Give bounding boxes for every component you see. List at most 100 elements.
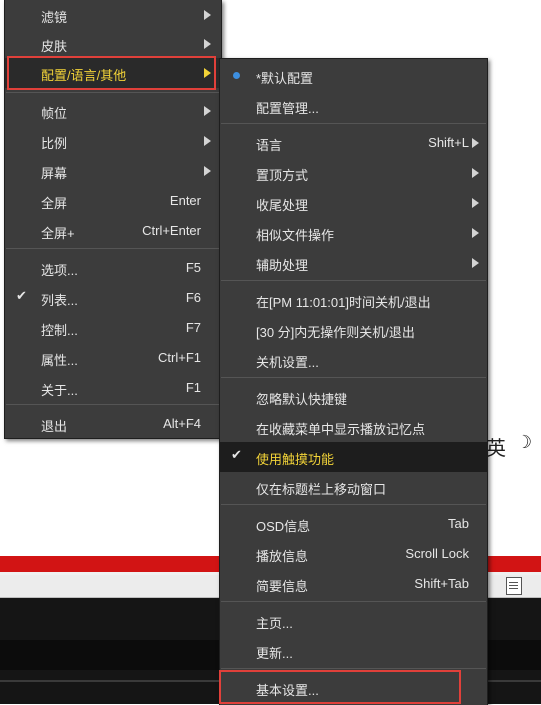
menu-item-about[interactable]: 关于... F1: [5, 373, 221, 403]
menu-separator: [221, 280, 486, 281]
menu-item-playlist[interactable]: ✔ 列表... F6: [5, 283, 221, 313]
menu-item-shortcut: Shift+L: [428, 135, 469, 150]
submenu-item-osd-info[interactable]: OSD信息 Tab: [220, 509, 487, 539]
submenu-item-shutdown-idle[interactable]: [30 分]内无操作则关机/退出: [220, 315, 487, 345]
menu-item-label: 在收藏菜单中显示播放记忆点: [256, 422, 426, 437]
submenu-arrow-icon: [204, 39, 211, 49]
submenu-item-end-handling[interactable]: 收尾处理: [220, 188, 487, 218]
menu-item-label: 收尾处理: [256, 198, 309, 213]
menu-item-options[interactable]: 选项... F5: [5, 253, 221, 283]
menu-item-label: *默认配置: [256, 71, 314, 86]
menu-separator: [221, 123, 486, 124]
menu-item-fullscreen[interactable]: 全屏 Enter: [5, 186, 221, 216]
menu-item-label: 退出: [41, 419, 68, 434]
menu-item-shortcut: F7: [185, 320, 201, 335]
menu-item-exit[interactable]: 退出 Alt+F4: [5, 409, 221, 439]
document-icon[interactable]: [506, 577, 522, 595]
menu-separator: [6, 248, 220, 249]
menu-item-label: 配置管理...: [256, 101, 319, 116]
submenu-item-basic-settings[interactable]: 基本设置...: [220, 673, 487, 703]
menu-item-config-language-other[interactable]: 配置/语言/其他: [5, 58, 221, 88]
menu-separator: [6, 404, 220, 405]
menu-item-label: 控制...: [41, 323, 78, 338]
menu-item-label: OSD信息: [256, 519, 311, 534]
menu-separator: [221, 601, 486, 602]
menu-item-label: 主页...: [256, 616, 293, 631]
menu-item-label: 关机设置...: [256, 355, 319, 370]
menu-item-label: 皮肤: [41, 39, 68, 54]
menu-item-label: 全屏+: [41, 226, 75, 241]
menu-item-filter[interactable]: 滤镜: [5, 0, 221, 30]
submenu-arrow-icon: [204, 106, 211, 116]
ime-language-label: 英: [486, 436, 506, 460]
config-language-submenu: *默认配置 配置管理... 语言 Shift+L 置顶方式 收尾处理 相似文件操…: [219, 58, 488, 705]
menu-item-label: 全屏: [41, 196, 68, 211]
menu-item-label: 列表...: [41, 293, 78, 308]
submenu-item-topmost-mode[interactable]: 置顶方式: [220, 158, 487, 188]
submenu-item-homepage[interactable]: 主页...: [220, 606, 487, 636]
submenu-item-ignore-default-hotkeys[interactable]: 忽略默认快捷键: [220, 382, 487, 412]
menu-item-shortcut: F6: [185, 290, 201, 305]
submenu-item-move-by-titlebar[interactable]: 仅在标题栏上移动窗口: [220, 472, 487, 502]
menu-item-label: 基本设置...: [256, 683, 319, 698]
submenu-item-default-config[interactable]: *默认配置: [220, 61, 487, 91]
menu-item-label: 属性...: [41, 353, 78, 368]
menu-item-shortcut: Tab: [448, 516, 469, 531]
menu-item-skin[interactable]: 皮肤: [5, 29, 221, 59]
menu-item-ratio[interactable]: 比例: [5, 126, 221, 156]
submenu-item-config-manage[interactable]: 配置管理...: [220, 91, 487, 121]
menu-item-label: 配置/语言/其他: [41, 68, 127, 83]
menu-item-label: 关于...: [41, 383, 78, 398]
submenu-item-similar-files[interactable]: 相似文件操作: [220, 218, 487, 248]
menu-item-shortcut: F5: [185, 260, 201, 275]
submenu-arrow-icon: [472, 198, 479, 208]
menu-separator: [221, 504, 486, 505]
menu-item-label: 简要信息: [256, 579, 309, 594]
submenu-item-auxiliary[interactable]: 辅助处理: [220, 248, 487, 278]
menu-item-shortcut: Shift+Tab: [414, 576, 469, 591]
submenu-item-brief-info[interactable]: 简要信息 Shift+Tab: [220, 569, 487, 599]
menu-item-label: 仅在标题栏上移动窗口: [256, 482, 387, 497]
menu-separator: [6, 92, 220, 93]
menu-item-screen[interactable]: 屏幕: [5, 156, 221, 186]
ime-indicator[interactable]: 英 ☽: [486, 430, 541, 460]
menu-item-label: 忽略默认快捷键: [256, 392, 348, 407]
submenu-arrow-icon: [472, 228, 479, 238]
submenu-item-touch-function[interactable]: ✔ 使用触摸功能: [220, 442, 487, 472]
checkmark-icon: ✔: [231, 448, 242, 463]
menu-item-label: 使用触摸功能: [256, 452, 335, 467]
submenu-item-shutdown-at-time[interactable]: 在[PM 11:01:01]时间关机/退出: [220, 285, 487, 315]
submenu-arrow-icon: [472, 258, 479, 268]
menu-item-label: 帧位: [41, 106, 68, 121]
menu-item-frame[interactable]: 帧位: [5, 96, 221, 126]
moon-icon: ☽: [516, 432, 533, 453]
submenu-item-shutdown-settings[interactable]: 关机设置...: [220, 345, 487, 375]
submenu-item-playback-info[interactable]: 播放信息 Scroll Lock: [220, 539, 487, 569]
submenu-arrow-icon: [204, 10, 211, 20]
menu-item-label: 相似文件操作: [256, 228, 335, 243]
submenu-item-show-bookmarks[interactable]: 在收藏菜单中显示播放记忆点: [220, 412, 487, 442]
menu-item-shortcut: Alt+F4: [163, 416, 201, 431]
menu-separator: [221, 377, 486, 378]
menu-item-label: 语言: [256, 138, 283, 153]
menu-item-fullscreen-plus[interactable]: 全屏+ Ctrl+Enter: [5, 216, 221, 246]
menu-item-properties[interactable]: 属性... Ctrl+F1: [5, 343, 221, 373]
submenu-item-update[interactable]: 更新...: [220, 636, 487, 666]
menu-item-shortcut: Ctrl+F1: [158, 350, 201, 365]
menu-item-label: 屏幕: [41, 166, 68, 181]
menu-item-label: 在[PM 11:01:01]时间关机/退出: [256, 295, 431, 310]
main-context-menu: 滤镜 皮肤 配置/语言/其他 帧位 比例 屏幕 全屏 Enter 全屏+ Ctr…: [4, 0, 222, 439]
radio-selected-icon: [233, 72, 240, 79]
menu-item-shortcut: F1: [185, 380, 201, 395]
menu-item-shortcut: Enter: [169, 193, 201, 208]
menu-item-label: 选项...: [41, 263, 78, 278]
menu-item-control[interactable]: 控制... F7: [5, 313, 221, 343]
submenu-arrow-icon: [472, 168, 479, 178]
menu-item-shortcut: Ctrl+Enter: [142, 223, 201, 238]
menu-item-label: 比例: [41, 136, 68, 151]
checkmark-icon: ✔: [16, 289, 27, 304]
menu-item-label: 播放信息: [256, 549, 309, 564]
menu-item-label: 置顶方式: [256, 168, 309, 183]
submenu-item-language[interactable]: 语言 Shift+L: [220, 128, 487, 158]
menu-item-label: 更新...: [256, 646, 293, 661]
